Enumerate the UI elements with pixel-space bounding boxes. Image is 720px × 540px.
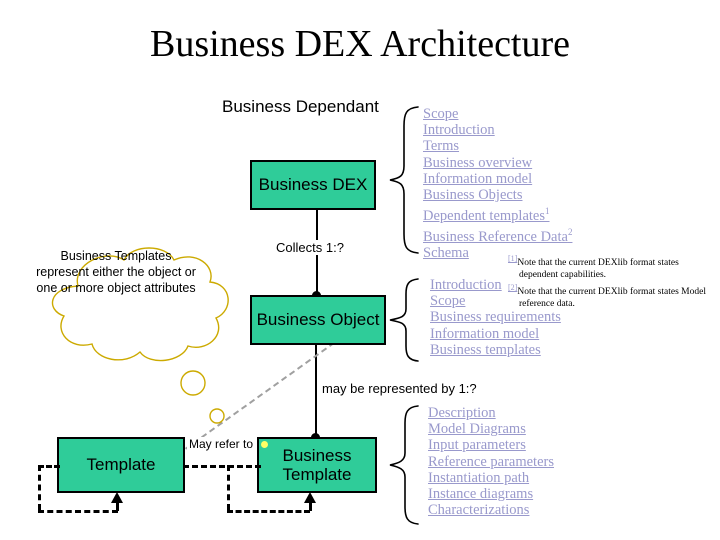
footnote-2: [2]Note that the current DEXlib format s… <box>508 282 713 310</box>
link-list-business-template: Description Model Diagrams Input parameter… <box>428 405 554 518</box>
business-object-link-3[interactable]: Business requirements <box>430 309 561 325</box>
cloud-text-line-2: Templates <box>114 249 172 263</box>
business-dex-link-6[interactable]: Business Objects <box>423 187 572 203</box>
brace-business-template <box>386 403 420 527</box>
footnote-text: Note that the current DEXlib format stat… <box>517 287 706 309</box>
slide-canvas: Business DEX Architecture Business Depen… <box>0 0 720 540</box>
footnote-number[interactable]: [1] <box>508 254 517 263</box>
connector-label-may-be-represented-by: may be represented by 1:? <box>320 381 479 396</box>
cloud-text-line-5: or more object <box>60 281 141 295</box>
node-business-template-label-line2: Template <box>282 465 352 484</box>
business-dex-link-7[interactable]: Dependent templates1 <box>423 203 572 224</box>
footnote-ref[interactable]: 1 <box>545 206 550 216</box>
footnote-1: [1]Note that the current DEXlib format s… <box>508 253 713 281</box>
node-business-object-label: Business Object <box>256 310 380 330</box>
node-business-template[interactable]: Business Template <box>257 437 377 493</box>
business-template-link-4[interactable]: Reference parameters <box>428 454 554 470</box>
cloud-text-line-1: Business <box>60 249 112 263</box>
business-dex-link-4[interactable]: Business overview <box>423 155 572 171</box>
connector-label-may-refer-to: May refer to <box>187 437 256 451</box>
page-title: Business DEX Architecture <box>149 23 571 65</box>
footnote-ref[interactable]: 2 <box>568 227 573 237</box>
node-template-label: Template <box>86 455 156 475</box>
dashed-connector-segment <box>183 465 261 468</box>
business-template-link-3[interactable]: Input parameters <box>428 437 554 453</box>
cloud-anchor-dot-icon <box>261 441 268 448</box>
dashed-connector-segment <box>227 510 310 513</box>
connector-label-collects: Collects 1:? <box>274 240 346 255</box>
heading-business-dependant: Business Dependant <box>222 97 379 116</box>
inheritance-arrow-icon <box>111 492 123 503</box>
connector-object-to-template <box>315 345 317 437</box>
link-list-business-dex: Scope Introduction Terms Business overview I… <box>423 106 572 261</box>
business-dex-link-3[interactable]: Terms <box>423 138 572 154</box>
cloud-text-line-3: represent either <box>36 265 124 279</box>
business-dex-link-5[interactable]: Information model <box>423 171 572 187</box>
business-template-link-6[interactable]: Instance diagrams <box>428 486 554 502</box>
business-template-link-1[interactable]: Description <box>428 405 554 421</box>
dashed-connector-segment <box>38 510 118 513</box>
node-business-object[interactable]: Business Object <box>250 295 386 345</box>
dashed-connector-segment <box>227 465 230 510</box>
business-dex-link-2[interactable]: Introduction <box>423 122 572 138</box>
business-template-link-5[interactable]: Instantiation path <box>428 470 554 486</box>
business-object-link-5[interactable]: Business templates <box>430 342 561 358</box>
dashed-connector-segment <box>38 465 60 468</box>
node-business-dex[interactable]: Business DEX <box>250 160 376 210</box>
business-object-link-4[interactable]: Information model <box>430 326 561 342</box>
cloud-text-line-6: attributes <box>144 281 196 295</box>
inheritance-arrow-icon <box>304 492 316 503</box>
footnote-list: [1]Note that the current DEXlib format s… <box>508 253 713 311</box>
cloud-text: Business Templates represent either the … <box>36 248 196 296</box>
footnote-text: Note that the current DEXlib format stat… <box>517 258 679 280</box>
dashed-connector-segment <box>38 465 41 510</box>
business-dex-link-8[interactable]: Business Reference Data2 <box>423 224 572 245</box>
business-template-link-7[interactable]: Characterizations <box>428 502 554 518</box>
business-template-link-2[interactable]: Model Diagrams <box>428 421 554 437</box>
footnote-number[interactable]: [2] <box>508 283 517 292</box>
business-dex-link-1[interactable]: Scope <box>423 106 572 122</box>
node-template[interactable]: Template <box>57 437 185 493</box>
node-business-template-label-line1: Business <box>282 445 352 465</box>
node-business-dex-label: Business DEX <box>258 175 368 195</box>
brace-business-object <box>386 276 420 364</box>
brace-business-dex <box>386 104 420 256</box>
